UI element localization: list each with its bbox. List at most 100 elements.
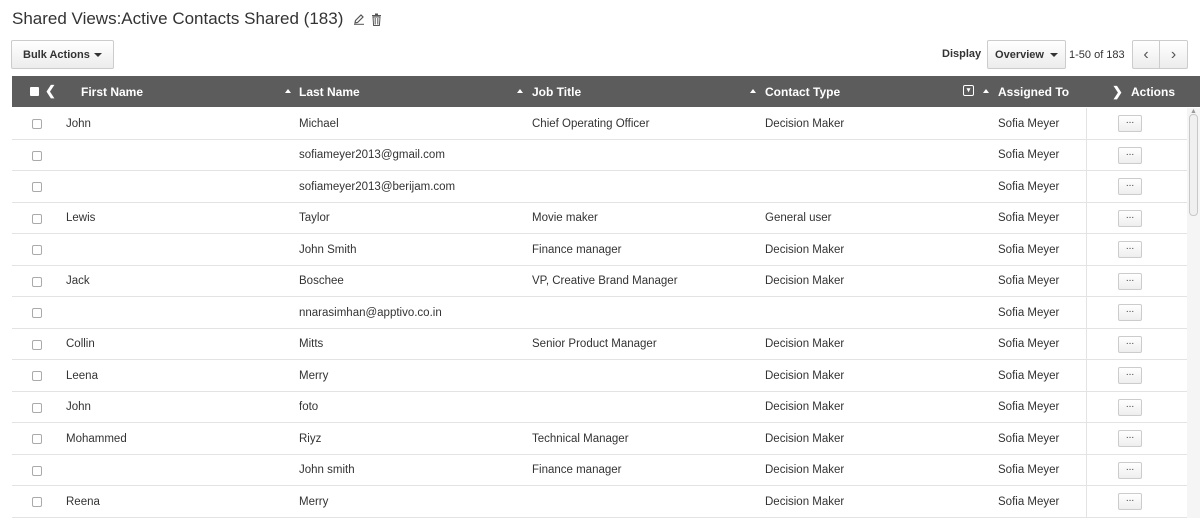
ellipsis-icon: ... [1125, 178, 1135, 189]
row-checkbox[interactable] [32, 245, 42, 255]
row-actions-button[interactable]: ... [1118, 430, 1142, 447]
row-checkbox[interactable] [32, 213, 42, 224]
select-all-checkbox[interactable] [30, 87, 39, 96]
row-checkbox[interactable] [32, 308, 42, 318]
row-checkbox[interactable] [32, 402, 42, 413]
chevron-right-icon: › [1170, 45, 1177, 63]
row-checkbox[interactable] [32, 465, 42, 476]
vertical-scrollbar[interactable]: ▲ [1187, 108, 1200, 518]
row-checkbox[interactable] [32, 150, 42, 161]
filter-icon[interactable]: ▾ [963, 85, 974, 96]
row-checkbox[interactable] [32, 371, 42, 381]
ellipsis-icon: ... [1125, 367, 1135, 378]
display-value: Overview [995, 48, 1044, 61]
row-actions-button[interactable]: ... [1118, 398, 1142, 416]
table-row[interactable]: sofiameyer2013@gmail.com Sofia Meyer ... [12, 139, 1187, 171]
sort-ascending-icon[interactable] [983, 89, 989, 93]
row-checkbox[interactable] [32, 276, 42, 287]
table-row[interactable]: Mohammed Riyz Technical Manager Decision… [12, 423, 1187, 455]
table-row[interactable]: sofiameyer2013@berijam.com Sofia Meyer .… [12, 171, 1187, 203]
cell-last-name: Mitts [299, 338, 324, 350]
column-header-actions: Actions [1131, 84, 1176, 99]
cell-contact-type: Decision Maker [765, 369, 845, 382]
row-actions-button[interactable]: ... [1118, 304, 1142, 321]
cell-assigned-to: Sofia Meyer [998, 180, 1060, 193]
column-header-contact-type[interactable]: Contact Type [765, 76, 840, 107]
table-row[interactable]: Leena Merry Decision Maker Sofia Meyer .… [12, 360, 1187, 392]
chevron-right-icon[interactable]: ❯ [1112, 84, 1123, 100]
cell-actions: ... [1086, 297, 1187, 328]
sort-ascending-icon[interactable] [517, 89, 523, 93]
column-header-first-name[interactable]: First Name [81, 76, 143, 107]
row-checkbox[interactable] [32, 434, 42, 444]
row-actions-button[interactable]: ... [1118, 209, 1142, 227]
previous-page-button[interactable]: ‹ [1132, 40, 1160, 69]
row-checkbox[interactable] [32, 182, 42, 192]
display-select[interactable]: Overview [987, 40, 1066, 69]
row-actions-button[interactable]: ... [1118, 146, 1142, 164]
ellipsis-icon: ... [1125, 430, 1135, 441]
cell-assigned-to: Sofia Meyer [998, 306, 1060, 319]
cell-actions: ... [1086, 360, 1187, 391]
cell-first-name: Jack [66, 275, 90, 287]
pencil-icon[interactable] [353, 13, 365, 25]
table-row[interactable]: Lewis Taylor Movie maker General user So… [12, 202, 1187, 234]
ellipsis-icon: ... [1125, 335, 1135, 347]
table-row[interactable]: Reena Merry Decision Maker Sofia Meyer .… [12, 486, 1187, 518]
bulk-actions-button[interactable]: Bulk Actions [11, 40, 114, 69]
row-checkbox[interactable] [32, 497, 42, 507]
cell-job-title: Chief Operating Officer [532, 117, 650, 130]
column-header-last-name[interactable]: Last Name [299, 76, 360, 107]
cell-last-name: Merry [299, 369, 329, 382]
table-row[interactable]: John Smith Finance manager Decision Make… [12, 234, 1187, 266]
cell-assigned-to: Sofia Meyer [998, 338, 1060, 350]
table-row[interactable]: John foto Decision Maker Sofia Meyer ... [12, 391, 1187, 423]
row-actions-button[interactable]: ... [1118, 335, 1142, 353]
table-row[interactable]: John Michael Chief Operating Officer Dec… [12, 108, 1187, 140]
cell-contact-type: Decision Maker [765, 243, 845, 256]
row-actions-button[interactable]: ... [1118, 241, 1142, 258]
row-actions-button[interactable]: ... [1118, 367, 1142, 384]
cell-last-name: Boschee [299, 275, 344, 287]
cell-contact-type: Decision Maker [765, 117, 845, 130]
table-row[interactable]: Jack Boschee VP, Creative Brand Manager … [12, 265, 1187, 297]
cell-actions: ... [1086, 108, 1187, 139]
caret-down-icon [93, 52, 102, 57]
row-checkbox[interactable] [32, 339, 42, 350]
chevron-left-icon[interactable]: ❮ [45, 83, 56, 99]
column-header-assigned-to[interactable]: Assigned To [998, 76, 1069, 107]
cell-assigned-to: Sofia Meyer [998, 243, 1060, 256]
row-actions-button[interactable]: ... [1118, 178, 1142, 195]
next-page-button[interactable]: › [1160, 40, 1188, 69]
row-actions-button[interactable]: ... [1118, 272, 1142, 290]
row-actions-button[interactable]: ... [1118, 115, 1142, 132]
row-checkbox[interactable] [32, 119, 42, 129]
sort-ascending-icon[interactable] [750, 89, 756, 93]
cell-job-title: Senior Product Manager [532, 338, 657, 350]
cell-contact-type: Decision Maker [765, 275, 845, 287]
row-actions-button[interactable]: ... [1118, 461, 1142, 479]
table-row[interactable]: Collin Mitts Senior Product Manager Deci… [12, 328, 1187, 360]
pagination-text: 1-50 of 183 [1069, 49, 1125, 61]
cell-last-name: Michael [299, 117, 339, 130]
cell-first-name: Leena [66, 369, 98, 382]
table-row[interactable]: nnarasimhan@apptivo.co.in Sofia Meyer ..… [12, 297, 1187, 329]
cell-first-name: Collin [66, 338, 95, 350]
ellipsis-icon: ... [1125, 241, 1135, 252]
ellipsis-icon: ... [1125, 461, 1135, 473]
ellipsis-icon: ... [1125, 115, 1135, 126]
cell-actions: ... [1086, 454, 1187, 486]
cell-actions: ... [1086, 202, 1187, 234]
table-row[interactable]: John smith Finance manager Decision Make… [12, 454, 1187, 486]
ellipsis-icon: ... [1125, 272, 1135, 284]
trash-icon[interactable] [371, 13, 382, 26]
scrollbar-thumb[interactable] [1189, 114, 1198, 216]
cell-first-name: John [66, 401, 91, 413]
sort-ascending-icon[interactable] [285, 89, 291, 93]
ellipsis-icon: ... [1125, 209, 1135, 221]
cell-contact-type: Decision Maker [765, 464, 845, 476]
row-actions-button[interactable]: ... [1118, 493, 1142, 510]
cell-actions: ... [1086, 486, 1187, 517]
cell-contact-type: Decision Maker [765, 401, 845, 413]
column-header-job-title[interactable]: Job Title [532, 76, 581, 107]
